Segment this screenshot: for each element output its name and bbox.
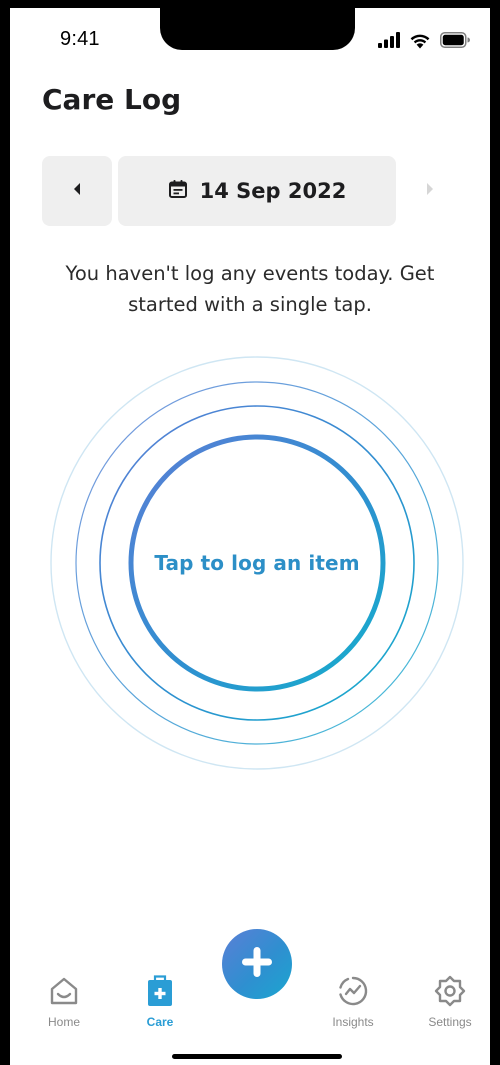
tab-care-label: Care <box>146 1015 174 1029</box>
chevron-left-icon <box>72 182 82 201</box>
add-log-button[interactable] <box>222 929 292 999</box>
log-item-button[interactable]: Tap to log an item <box>129 435 385 691</box>
home-icon <box>46 973 82 1009</box>
device-frame-right <box>490 0 500 1065</box>
tab-insights[interactable]: Insights <box>313 973 393 1033</box>
battery-icon <box>440 32 470 48</box>
tab-care[interactable]: Care <box>120 973 200 1033</box>
previous-day-button[interactable] <box>42 156 112 226</box>
status-time: 9:41 <box>60 28 100 50</box>
log-item-rings: Tap to log an item <box>45 351 469 775</box>
tab-home[interactable]: Home <box>24 973 104 1033</box>
tab-settings-label: Settings <box>428 1015 472 1029</box>
phone-screen: 9:41 Care Log 14 Sep 2022 You haven't lo… <box>0 0 500 1065</box>
home-indicator <box>172 1054 342 1059</box>
status-icons <box>378 31 470 49</box>
calendar-icon <box>168 179 188 204</box>
empty-state-message: You haven't log any events today. Get st… <box>65 262 435 316</box>
next-day-button[interactable] <box>402 156 458 226</box>
date-picker-button[interactable]: 14 Sep 2022 <box>118 156 396 226</box>
tab-settings[interactable]: Settings <box>410 973 490 1033</box>
chevron-right-icon <box>425 182 435 201</box>
log-item-label: Tap to log an item <box>154 551 360 575</box>
status-bar: 9:41 <box>10 0 490 60</box>
medical-bag-icon <box>142 973 178 1009</box>
settings-icon <box>432 973 468 1009</box>
bottom-tab-bar: Home Care Insights Settings <box>10 925 490 1035</box>
selected-date: 14 Sep 2022 <box>199 179 347 203</box>
cellular-signal-icon <box>378 32 400 48</box>
page-title: Care Log <box>42 83 182 116</box>
tab-insights-label: Insights <box>332 1015 374 1029</box>
date-navigator: 14 Sep 2022 <box>42 156 458 226</box>
plus-icon <box>239 944 275 985</box>
device-frame-left <box>0 0 10 1065</box>
device-notch <box>160 0 355 50</box>
tab-home-label: Home <box>47 1015 80 1029</box>
insights-icon <box>335 973 371 1009</box>
wifi-icon <box>409 32 431 49</box>
